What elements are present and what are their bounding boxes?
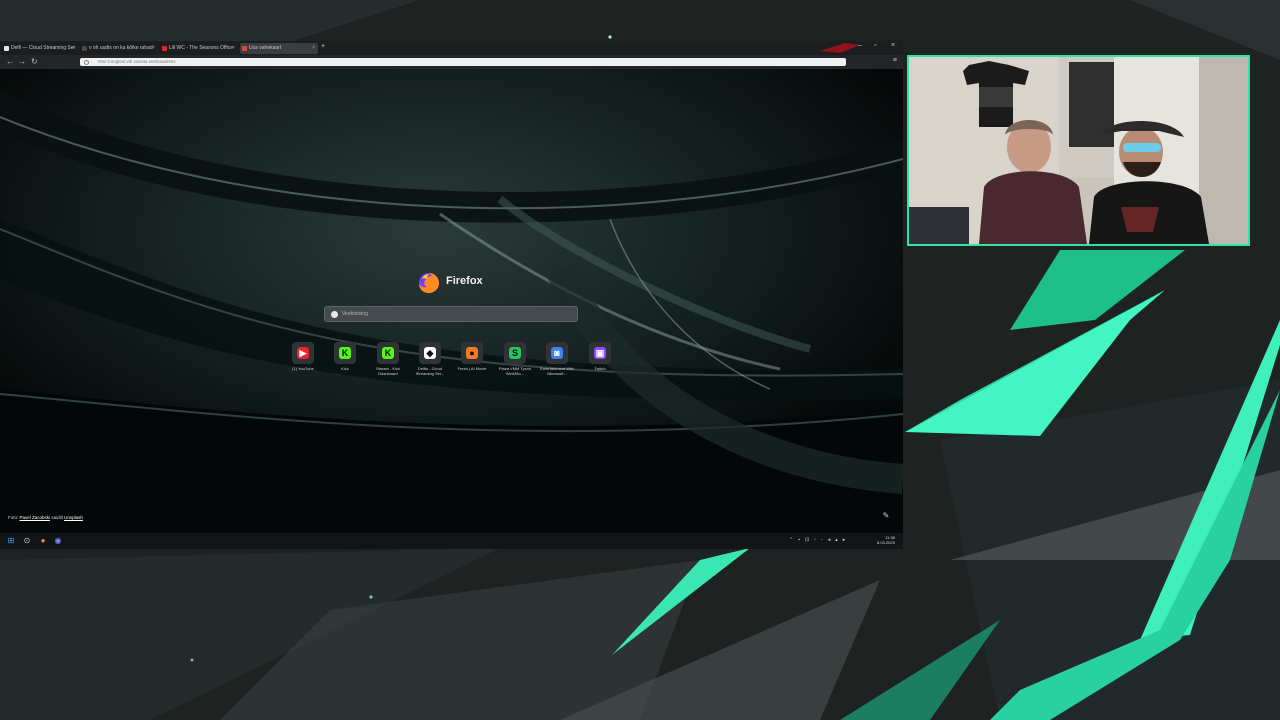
tab-favicon-icon: [4, 46, 9, 51]
kick-icon: K: [339, 347, 351, 359]
nav-bar: ← → ↻ Otsi Googlest või sisesta veebiaad…: [0, 55, 903, 69]
credit-site-link[interactable]: Unsplash: [64, 515, 83, 520]
url-bar-text: Otsi Googlest või sisesta veebiaadress: [98, 59, 176, 64]
tab-label: v oh uudis on ka kõike rahad: [89, 45, 153, 51]
tab-new-tab[interactable]: Uus vahekaart ×: [240, 43, 318, 54]
shortcut-label: Plaza VMM Tyson Wed/Mo...: [498, 366, 532, 376]
browser-window: Delfi — Cloud Streaming Ser × v oh uudis…: [0, 41, 903, 549]
shortcut-youtube[interactable]: ▶ (1) YouTube: [283, 342, 323, 382]
search-icon[interactable]: ⊙: [22, 536, 32, 546]
tab-favicon-icon: [162, 46, 167, 51]
new-tab-page: Firefox ▶ (1) YouTube K Kick K Stream - …: [0, 69, 903, 533]
top-sites: ▶ (1) YouTube K Kick K Stream - Kick Das…: [286, 342, 616, 382]
delfio-icon: ◆: [424, 347, 436, 359]
credit-prefix: Foto:: [8, 515, 19, 520]
tab-favicon-icon: [242, 46, 247, 51]
url-bar[interactable]: Otsi Googlest või sisesta veebiaadress: [80, 58, 846, 66]
pencil-icon[interactable]: ✎: [881, 511, 891, 521]
wallpaper-image: [0, 69, 903, 533]
system-clock[interactable]: 11:38 6.03.2025: [877, 535, 895, 545]
shortcut-label: Stream - Kick Dashboard: [375, 366, 400, 376]
shortcut-icon-bg: ◆: [419, 342, 441, 364]
shortcut-entertainment[interactable]: ◙ Entertainment Wiki Microsoft...: [537, 342, 577, 382]
shortcut-label: Entertainment Wiki Microsoft...: [540, 366, 574, 376]
tab-label: Lill WC - The Seasons Office: [169, 45, 234, 51]
shortcut-icon-bg: K: [377, 342, 399, 364]
fresh-icon: ●: [466, 347, 478, 359]
new-tab-plus-icon[interactable]: +: [321, 43, 325, 50]
shortcut-icon-bg: K: [334, 342, 356, 364]
discord-icon[interactable]: ◉: [53, 536, 63, 546]
shortcut-icon-bg: S: [504, 342, 526, 364]
tab-favicon-icon: [82, 46, 87, 51]
credit-middle: saidilt: [51, 515, 63, 520]
minimize-icon[interactable]: –: [858, 42, 862, 49]
entertainment-icon: ◙: [551, 347, 563, 359]
firefox-logo-icon: [419, 273, 439, 293]
back-arrow-icon[interactable]: ←: [6, 57, 14, 66]
tab-strip: Delfi — Cloud Streaming Ser × v oh uudis…: [0, 41, 903, 55]
web-search-box[interactable]: [324, 306, 578, 322]
shortcut-label: Twitch: [594, 366, 606, 371]
wallpaper-credit: Foto: Pavel Zacobski saidilt Unsplash: [8, 515, 83, 520]
tab-office[interactable]: Lill WC - The Seasons Office ×: [160, 43, 238, 54]
clock-date: 6.03.2025: [877, 540, 895, 545]
shortcut-delfio[interactable]: ◆ Delfio - Cloud Streaming Ser...: [410, 342, 450, 382]
maximize-icon[interactable]: ▫: [874, 42, 876, 49]
shortcut-label: Fresh | AI Movie: [457, 366, 487, 371]
close-tab-icon[interactable]: ×: [72, 43, 75, 54]
tab-label: Delfi — Cloud Streaming Ser: [11, 45, 76, 51]
tab-delfi[interactable]: Delfi — Cloud Streaming Ser ×: [2, 43, 78, 54]
close-window-icon[interactable]: ×: [891, 42, 895, 49]
forward-arrow-icon[interactable]: →: [18, 57, 26, 66]
windows-start-icon[interactable]: ⊞: [6, 536, 16, 546]
shortcut-label: (1) YouTube: [292, 366, 314, 371]
close-tab-icon[interactable]: ×: [232, 43, 235, 54]
youtube-icon: ▶: [297, 347, 309, 359]
shortcut-plaza[interactable]: S Plaza VMM Tyson Wed/Mo...: [495, 342, 535, 382]
hamburger-menu-icon[interactable]: ≡: [893, 57, 897, 64]
windows-taskbar: ⊞ ⊙ ● ◉ ⌃▪⊡▫◦◂▴▸ 11:38 6.03.2025: [0, 533, 903, 549]
tab-uudis[interactable]: v oh uudis on ka kõike rahad ×: [80, 43, 158, 54]
search-input[interactable]: [342, 309, 562, 319]
twitch-icon: ▣: [594, 347, 606, 359]
shortcut-fresh[interactable]: ● Fresh | AI Movie: [452, 342, 492, 382]
reload-icon[interactable]: ↻: [31, 57, 38, 66]
google-icon: [331, 310, 338, 318]
close-tab-icon[interactable]: ×: [152, 43, 155, 54]
webcam-feed-image: [909, 57, 1248, 244]
kick-icon: K: [382, 347, 394, 359]
tab-label: Uus vahekaart: [249, 45, 282, 51]
shortcut-icon-bg: ◙: [546, 342, 568, 364]
shortcut-icon-bg: ▣: [589, 342, 611, 364]
shortcut-icon-bg: ▶: [292, 342, 314, 364]
close-tab-icon[interactable]: ×: [312, 43, 315, 54]
plaza-icon: S: [509, 347, 521, 359]
firefox-wordmark: Firefox: [446, 275, 483, 287]
credit-author-link[interactable]: Pavel Zacobski: [20, 515, 51, 520]
firefox-icon[interactable]: ●: [38, 536, 48, 546]
google-icon: [84, 59, 89, 65]
shortcut-label: Delfio - Cloud Streaming Ser...: [415, 366, 445, 376]
webcam-overlay: [907, 55, 1250, 246]
shortcut-twitch[interactable]: ▣ Twitch: [580, 342, 620, 382]
shortcut-kick-dashboard[interactable]: K Stream - Kick Dashboard: [368, 342, 408, 382]
shortcut-icon-bg: ●: [461, 342, 483, 364]
shortcut-kick[interactable]: K Kick: [325, 342, 365, 382]
shortcut-label: Kick: [341, 366, 349, 371]
